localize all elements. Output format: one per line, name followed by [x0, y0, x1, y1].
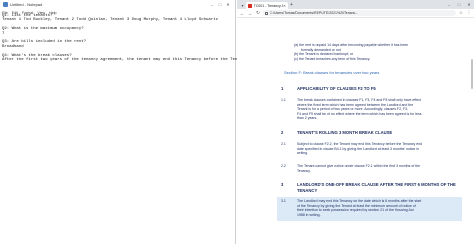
notepad-text-area[interactable]: Q1: List the tenants? Tenant 1 Tod Buckle… [2, 14, 283, 63]
text-line: Tenant 1 Tod Buckley, Tenant 2 Todd Quin… [2, 18, 219, 23]
tab-close-icon[interactable]: ✕ [283, 4, 286, 8]
pdf-file-icon [248, 3, 252, 8]
reload-icon[interactable]: ↻ [255, 10, 261, 16]
clause-line: writing. [297, 151, 309, 155]
tab-strip: ▾ TC001 - Tenancy Agreement.pdf ✕ + – □ … [237, 0, 474, 9]
close-icon[interactable]: ✕ [464, 0, 474, 9]
clause-number: 2.2 [281, 164, 286, 168]
clause-number: 2 [281, 130, 284, 135]
back-icon[interactable]: ← [239, 11, 245, 16]
address-bar[interactable]: C:/Users/Tomas/Documents/REPUTE/2021%20T… [263, 10, 456, 16]
clause-line: than 2 years. [297, 116, 318, 120]
tab-search-icon[interactable]: ▾ [239, 2, 246, 9]
clause-heading: LANDLORD'S ONE-OFF BREAK CLAUSE AFTER TH… [297, 182, 456, 187]
clause-number: 3 [281, 182, 284, 187]
scroll-thumb[interactable] [471, 59, 473, 89]
clause-number: 3.1 [281, 199, 286, 203]
clause-line: date specified in clause B4.1 by giving … [297, 146, 420, 151]
tab-pdf[interactable]: TC001 - Tenancy Agreement.pdf ✕ [246, 2, 288, 9]
minimize-icon[interactable]: – [444, 0, 454, 9]
url-text: C:/Users/Tomas/Documents/REPUTE/2021%20T… [269, 11, 359, 15]
browser-toolbar: ← → ↻ C:/Users/Tomas/Documents/REPUTE/20… [237, 9, 474, 18]
browser-window: ▾ TC001 - Tenancy Agreement.pdf ✕ + – □ … [237, 0, 474, 244]
pdf-scrollbar[interactable] [470, 19, 473, 244]
close-icon[interactable]: ✕ [224, 2, 232, 7]
clause-number: 1.1 [281, 98, 286, 102]
notepad-window: Untitled - Notepad – □ ✕ File Edit Forma… [0, 0, 283, 244]
maximize-icon[interactable]: □ [454, 0, 464, 9]
clause-line: Tenancy. [297, 168, 311, 173]
new-tab-icon[interactable]: + [290, 2, 293, 9]
text-line: After the first two years of the tenancy… [2, 58, 283, 63]
pdf-viewer[interactable]: (a) the rent is unpaid 14 days after bec… [237, 19, 474, 244]
list-item: (c) the Tenant breaches any term of this… [294, 56, 371, 61]
clause-number: 1 [281, 86, 284, 91]
clause-line: The Tenant cannot give notice under clau… [297, 164, 421, 168]
notepad-title: Untitled - Notepad [10, 2, 43, 7]
clause-heading: TENANT'S ROLLING 3 MONTH BREAK CLAUSE [297, 130, 393, 135]
section-title: Section F: Break clauses for tenancies o… [284, 70, 380, 75]
clause-line: 1988 in writing. [297, 212, 321, 217]
notepad-titlebar: Untitled - Notepad – □ ✕ [0, 0, 235, 9]
clause-heading: TENANCY [297, 187, 318, 193]
pdf-page: (a) the rent is unpaid 14 days after bec… [247, 19, 465, 244]
star-icon[interactable]: ☆ [458, 10, 464, 16]
clause-heading: APPLICABILITY OF CLAUSES F2 TO F5 [297, 86, 376, 91]
minimize-icon[interactable]: – [208, 2, 216, 7]
maximize-icon[interactable]: □ [216, 2, 224, 7]
tab-title: TC001 - Tenancy Agreement.pdf [253, 3, 283, 8]
menu-icon[interactable]: ⋮ [466, 10, 472, 16]
file-icon [265, 11, 268, 15]
notepad-app-icon [3, 2, 8, 7]
forward-icon[interactable]: → [247, 11, 253, 16]
clause-number: 2.1 [281, 142, 286, 146]
